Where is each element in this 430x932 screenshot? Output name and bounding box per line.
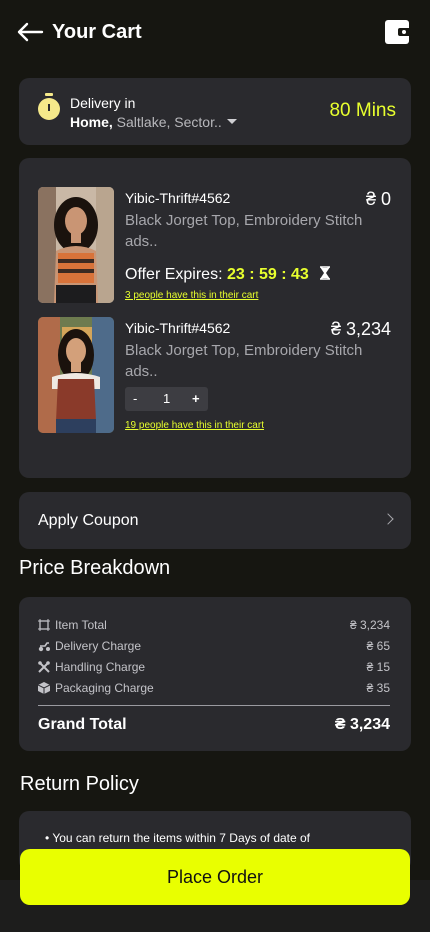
item-name: Yibic-Thrift#4562 (125, 320, 231, 336)
return-policy-text: • You can return the items within 7 Days… (45, 831, 311, 845)
offer-label: Offer Expires: (125, 266, 223, 283)
price-label: Handling Charge (55, 660, 146, 674)
address-detail: Saltlake, Sector.. (112, 114, 222, 130)
delivery-eta: 80 Mins (329, 100, 396, 121)
item-total-icon (38, 619, 50, 631)
countdown-timer: 23 : 59 : 43 (226, 266, 309, 283)
caret-down-icon (226, 119, 237, 124)
cart-popularity-link[interactable]: 3 people have this in their cart (125, 290, 258, 302)
item-price: ₴ 0 (365, 189, 391, 209)
quantity-decrement-button[interactable]: - (133, 391, 137, 407)
grand-total-row: Grand Total ₴ 3,234 (38, 715, 390, 735)
cart-popularity-link[interactable]: 19 people have this in their cart (125, 420, 264, 432)
offer-expiry: Offer Expires: 23 : 59 : 43 (125, 265, 331, 285)
chevron-right-icon (382, 513, 394, 525)
top-bar: Your Cart (0, 0, 430, 64)
item-description: Black Jorget Top, Embroidery Stitch ads.… (125, 212, 363, 250)
hourglass-icon (320, 266, 331, 280)
delivery-label: Delivery in (70, 95, 136, 111)
return-policy-heading: Return Policy (20, 773, 139, 795)
back-arrow-icon[interactable] (16, 20, 44, 44)
quantity-stepper: - 1 + (125, 387, 208, 411)
stopwatch-icon (38, 93, 60, 120)
price-label: Packaging Charge (55, 681, 154, 695)
grand-total-value: ₴ 3,234 (334, 716, 390, 733)
price-breakdown-heading: Price Breakdown (19, 557, 171, 579)
cart-items-card: Yibic-Thrift#4562 ₴ 0 Black Jorget Top, … (19, 158, 411, 478)
delivery-address[interactable]: Home, Saltlake, Sector.. (70, 114, 237, 130)
price-label: Item Total (55, 618, 107, 632)
price-value: ₴ 35 (366, 681, 390, 695)
price-value: ₴ 65 (366, 639, 390, 653)
page-title: Your Cart (52, 21, 142, 43)
price-row: Packaging Charge ₴ 35 (38, 680, 390, 696)
address-type: Home, (70, 114, 113, 130)
quantity-value: 1 (163, 391, 171, 406)
tools-icon (38, 661, 50, 673)
price-row: Item Total ₴ 3,234 (38, 617, 390, 633)
item-description: Black Jorget Top, Embroidery Stitch ads.… (125, 342, 363, 380)
divider (38, 705, 390, 706)
price-value: ₴ 3,234 (349, 618, 390, 632)
price-row: Delivery Charge ₴ 65 (38, 638, 390, 654)
grand-total-label: Grand Total (38, 716, 127, 733)
item-name: Yibic-Thrift#4562 (125, 190, 231, 206)
quantity-increment-button[interactable]: + (192, 391, 200, 407)
wallet-icon[interactable] (385, 20, 409, 44)
price-row: Handling Charge ₴ 15 (38, 659, 390, 675)
price-breakdown-card: Item Total ₴ 3,234 Delivery Charge ₴ 65 … (19, 597, 411, 751)
package-icon (38, 682, 50, 694)
product-image[interactable] (38, 317, 114, 433)
delivery-scooter-icon (38, 642, 50, 652)
item-price: ₴ 3,234 (330, 319, 391, 339)
coupon-label: Apply Coupon (38, 512, 139, 529)
apply-coupon-button[interactable]: Apply Coupon (19, 492, 411, 549)
product-image[interactable] (38, 187, 114, 303)
price-value: ₴ 15 (366, 660, 390, 674)
delivery-card[interactable]: Delivery in Home, Saltlake, Sector.. 80 … (19, 78, 411, 145)
place-order-button[interactable]: Place Order (20, 849, 410, 905)
price-label: Delivery Charge (55, 639, 142, 653)
